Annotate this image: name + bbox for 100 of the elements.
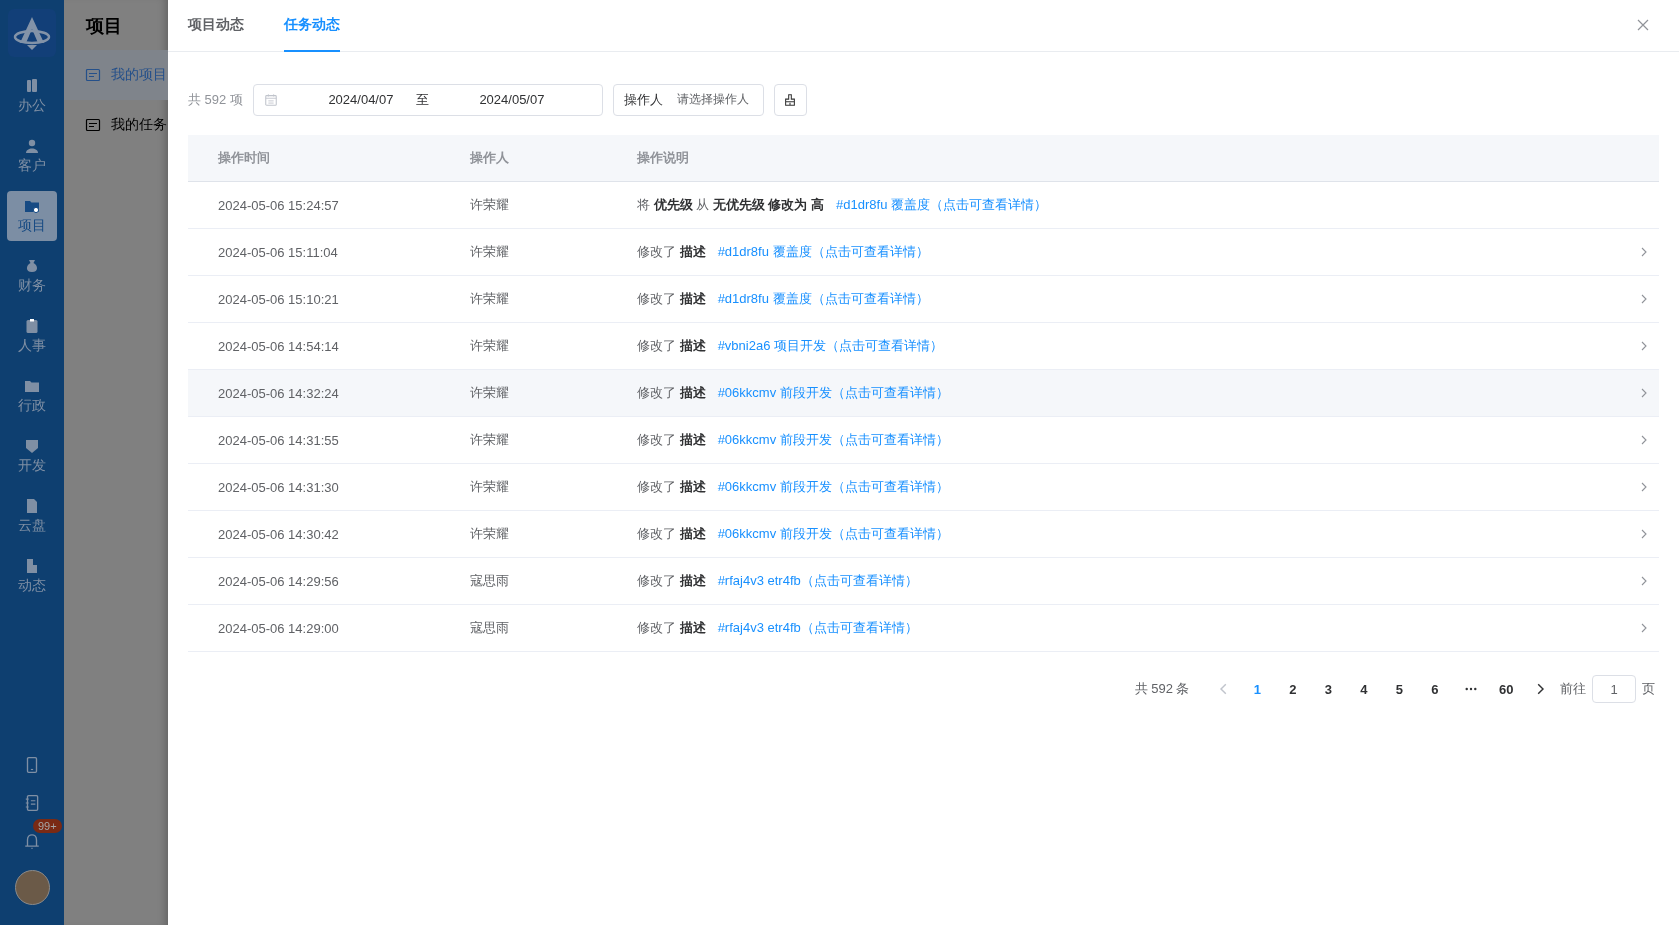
- table-row[interactable]: 2024-05-06 14:32:24 许荣耀 修改了 描述 #06kkcmv 前段开发（点击可查看详情）: [188, 370, 1659, 417]
- close-icon[interactable]: [1637, 19, 1649, 31]
- operator-label: 操作人: [623, 90, 663, 109]
- person-icon: [24, 137, 40, 154]
- operator-cell-text: 许荣耀: [470, 243, 510, 261]
- chevron-right-icon[interactable]: [1639, 388, 1649, 398]
- logo-icon: [8, 9, 56, 57]
- description-text: 修改了 描述: [637, 384, 706, 402]
- table-row[interactable]: 2024-05-06 14:29:56 寇思雨 修改了 描述 #rfaj4v3 etr4fb（点击可查看详情）: [188, 558, 1659, 605]
- sidebar-item[interactable]: 开发: [7, 431, 57, 481]
- page-number[interactable]: 60: [1488, 681, 1524, 697]
- time-cell-text: 2024-05-06 15:24:57: [217, 197, 340, 213]
- panel-title: 项目: [84, 15, 123, 38]
- chevron-right-icon[interactable]: [1639, 341, 1649, 351]
- sidebar-item[interactable]: 客户: [7, 131, 57, 181]
- detail-link[interactable]: #06kkcmv 前段开发（点击可查看详情）: [717, 384, 949, 402]
- notebook-icon[interactable]: [23, 794, 41, 812]
- avatar[interactable]: [14, 870, 50, 905]
- table-row[interactable]: 2024-05-06 15:10:21 许荣耀 修改了 描述 #d1dr8fu 覆盖度（点击可查看详情）: [188, 276, 1659, 323]
- detail-link[interactable]: #rfaj4v3 etr4fb（点击可查看详情）: [717, 572, 918, 590]
- operator-select[interactable]: 操作人 请选择操作人: [612, 83, 764, 116]
- date-range-field[interactable]: 2024/04/07 至 2024/05/07: [252, 83, 603, 116]
- nav-item[interactable]: 我的任务: [64, 100, 168, 150]
- sidebar-item[interactable]: 人事: [7, 311, 57, 361]
- sidebar-item[interactable]: 项目: [7, 191, 57, 241]
- chevron-right-icon[interactable]: [1639, 294, 1649, 304]
- table-row[interactable]: 2024-05-06 14:30:42 许荣耀 修改了 描述 #06kkcmv 前段开发（点击可查看详情）: [188, 511, 1659, 558]
- range-separator: 至: [415, 90, 429, 109]
- shield-icon: [24, 437, 40, 454]
- description-text: 修改了 描述: [637, 478, 706, 496]
- time-cell-text: 2024-05-06 14:31:55: [217, 432, 340, 448]
- detail-link[interactable]: #06kkcmv 前段开发（点击可查看详情）: [717, 478, 949, 496]
- operator-cell-text: 寇思雨: [470, 619, 510, 637]
- table-row[interactable]: 2024-05-06 14:31:55 许荣耀 修改了 描述 #06kkcmv 前段开发（点击可查看详情）: [188, 417, 1659, 464]
- clear-button[interactable]: [773, 83, 807, 116]
- column-header: 操作人: [470, 149, 510, 167]
- column-header: 操作说明: [637, 149, 690, 167]
- sidebar-item[interactable]: 办公: [7, 71, 57, 121]
- chevron-right-icon[interactable]: [1639, 623, 1649, 633]
- chevron-right-icon[interactable]: [1639, 247, 1649, 257]
- chevron-right-icon[interactable]: [1639, 529, 1649, 539]
- time-cell-text: 2024-05-06 14:32:24: [217, 385, 340, 401]
- table-row[interactable]: 2024-05-06 14:31:30 许荣耀 修改了 描述 #06kkcmv 前段开发（点击可查看详情）: [188, 464, 1659, 511]
- chevron-right-icon[interactable]: [1639, 482, 1649, 492]
- detail-link[interactable]: #d1dr8fu 覆盖度（点击可查看详情）: [836, 196, 1048, 214]
- page-input[interactable]: 1: [1592, 675, 1636, 703]
- detail-link[interactable]: #rfaj4v3 etr4fb（点击可查看详情）: [717, 619, 918, 637]
- page-number[interactable]: 5: [1381, 681, 1417, 697]
- sidebar-item[interactable]: 行政: [7, 371, 57, 421]
- page-number[interactable]: 1: [1239, 681, 1275, 697]
- description-text: 将 优先级 从 无优先级 修改为 高: [637, 196, 825, 214]
- description-text: 修改了 描述: [637, 619, 706, 637]
- sidebar-item[interactable]: 动态: [7, 551, 57, 601]
- table-row[interactable]: 2024-05-06 14:29:00 寇思雨 修改了 描述 #rfaj4v3 etr4fb（点击可查看详情）: [188, 605, 1659, 652]
- time-cell-text: 2024-05-06 14:29:00: [217, 620, 340, 636]
- description-text: 修改了 描述: [637, 337, 706, 355]
- tab[interactable]: 项目动态: [188, 0, 244, 52]
- detail-link[interactable]: #06kkcmv 前段开发（点击可查看详情）: [717, 525, 949, 543]
- page-number[interactable]: 3: [1310, 681, 1346, 697]
- table-row[interactable]: 2024-05-06 15:24:57 许荣耀 将 优先级 从 无优先级 修改为 高 #d1dr8fu 覆盖度（点击可查看详情）: [188, 182, 1659, 229]
- chevron-right-icon[interactable]: [1639, 435, 1649, 445]
- operator-cell-text: 许荣耀: [470, 478, 510, 496]
- description-text: 修改了 描述: [637, 243, 706, 261]
- sidebar-item[interactable]: 云盘: [7, 491, 57, 541]
- operator-cell-text: 寇思雨: [470, 572, 510, 590]
- description-text: 修改了 描述: [637, 431, 706, 449]
- detail-link[interactable]: #d1dr8fu 覆盖度（点击可查看详情）: [717, 243, 929, 261]
- goto-label: 前往: [1560, 680, 1586, 698]
- operator-cell-text: 许荣耀: [470, 196, 510, 214]
- bell-icon[interactable]: [23, 832, 41, 850]
- operator-cell-text: 许荣耀: [470, 290, 510, 308]
- detail-link[interactable]: #vbni2a6 项目开发（点击可查看详情）: [717, 337, 943, 355]
- operator-cell-text: 许荣耀: [470, 431, 510, 449]
- page-suffix: 页: [1642, 680, 1655, 698]
- operator-cell-text: 许荣耀: [470, 525, 510, 543]
- detail-link[interactable]: #06kkcmv 前段开发（点击可查看详情）: [717, 431, 949, 449]
- nav-item[interactable]: 我的项目: [64, 50, 168, 100]
- operator-cell-text: 许荣耀: [470, 384, 510, 402]
- detail-link[interactable]: #d1dr8fu 覆盖度（点击可查看详情）: [717, 290, 929, 308]
- description-text: 修改了 描述: [637, 572, 706, 590]
- pagination-total: 共 592 条: [1134, 680, 1190, 698]
- time-cell-text: 2024-05-06 14:30:42: [217, 526, 340, 542]
- page-number[interactable]: 6: [1417, 681, 1453, 697]
- page-number[interactable]: 4: [1346, 681, 1382, 697]
- table-row[interactable]: 2024-05-06 15:11:04 许荣耀 修改了 描述 #d1dr8fu 覆盖度（点击可查看详情）: [188, 229, 1659, 276]
- total-count: 共 592 项: [188, 90, 243, 109]
- sidebar-item[interactable]: 财务: [7, 251, 57, 301]
- time-cell-text: 2024-05-06 14:54:14: [217, 338, 340, 354]
- chevron-right-icon[interactable]: [1639, 576, 1649, 586]
- tab[interactable]: 任务动态: [284, 0, 340, 52]
- list-icon: [85, 117, 101, 133]
- more-pages-icon[interactable]: [1464, 687, 1477, 691]
- money-bag-icon: [24, 257, 40, 274]
- list-icon: [85, 67, 101, 83]
- calendar-icon: [263, 92, 278, 107]
- time-cell-text: 2024-05-06 15:10:21: [217, 291, 340, 307]
- description-text: 修改了 描述: [637, 525, 706, 543]
- brush-icon: [783, 92, 798, 107]
- page-number[interactable]: 2: [1275, 681, 1311, 697]
- time-cell-text: 2024-05-06 15:11:04: [217, 244, 339, 260]
